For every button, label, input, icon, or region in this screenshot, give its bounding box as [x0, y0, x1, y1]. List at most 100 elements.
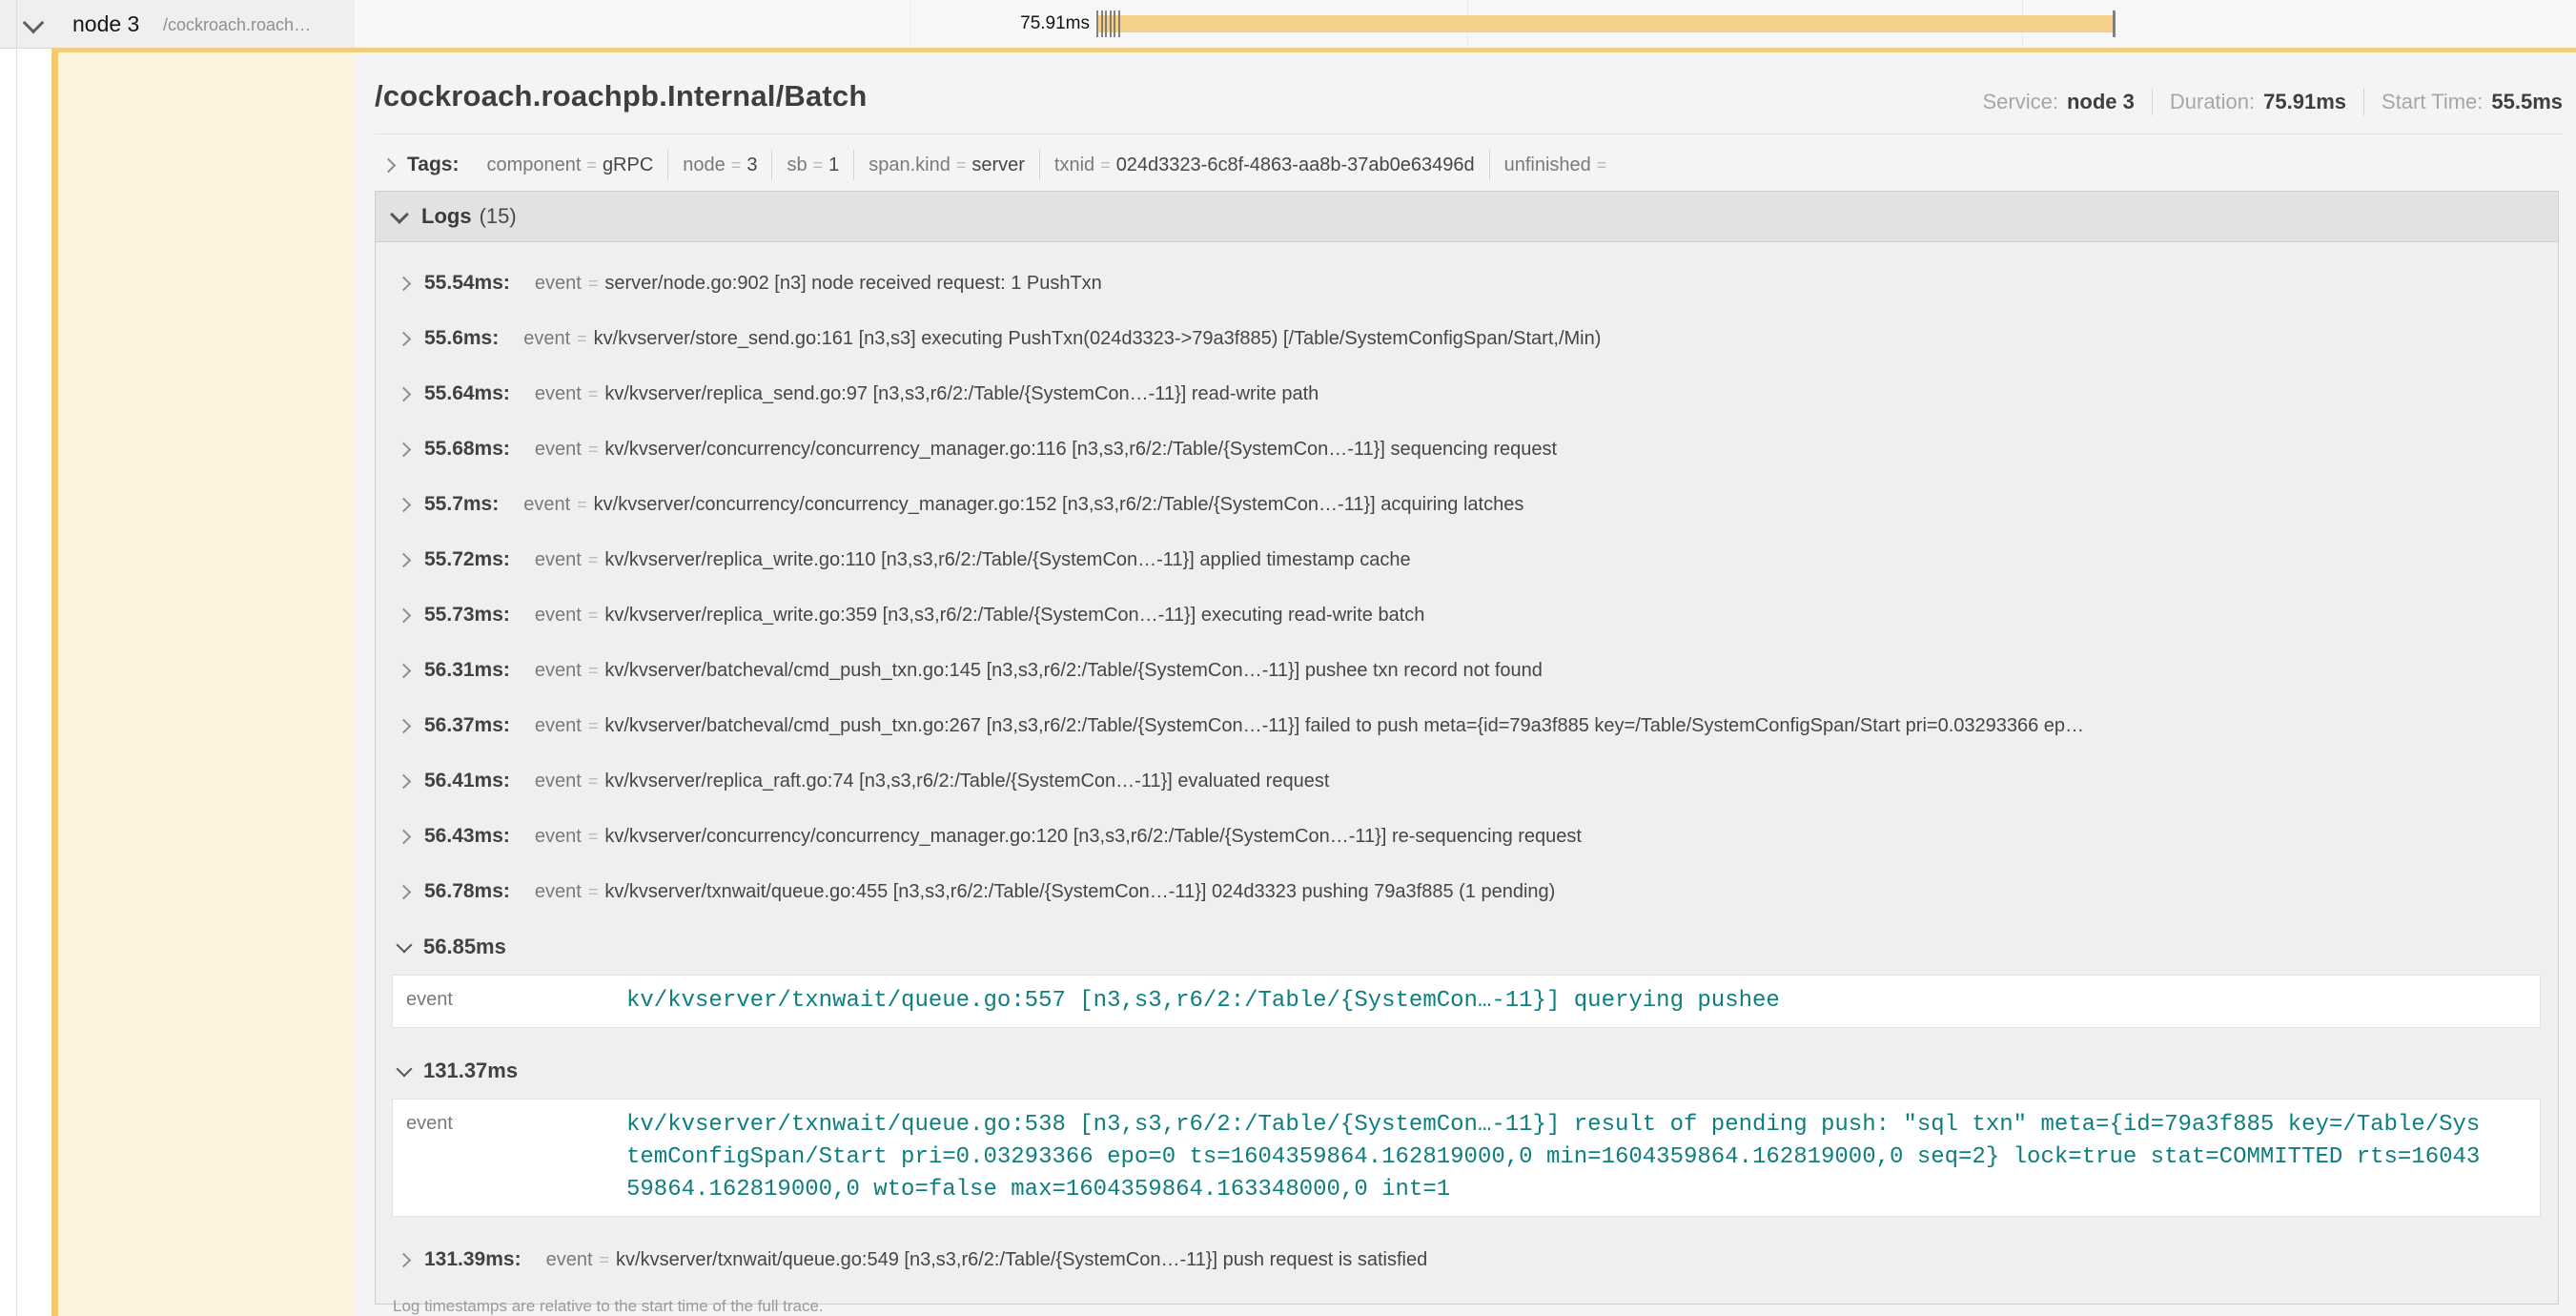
span-duration-bar[interactable]	[1098, 15, 2115, 32]
log-row-collapsed[interactable]: 55.7ms:event=kv/kvserver/concurrency/con…	[376, 477, 2558, 532]
log-field-value: kv/kvserver/replica_write.go:110 [n3,s3,…	[604, 549, 1410, 571]
equals-sign: =	[577, 329, 587, 349]
log-field-key: event	[535, 605, 582, 627]
equals-sign: =	[600, 1250, 610, 1270]
log-row-collapsed[interactable]: 55.68ms:event=kv/kvserver/concurrency/co…	[376, 422, 2558, 477]
expand-chevron-icon	[397, 331, 412, 346]
log-tick-marker	[1105, 10, 1107, 37]
expand-chevron-icon	[397, 718, 412, 733]
log-timestamp: 56.31ms:	[424, 659, 510, 682]
log-timestamp: 55.7ms:	[424, 493, 499, 516]
log-field-key: event	[535, 715, 582, 737]
log-row-collapsed[interactable]: 56.41ms:event=kv/kvserver/replica_raft.g…	[376, 753, 2558, 809]
log-row-collapsed[interactable]: 55.73ms:event=kv/kvserver/replica_write.…	[376, 587, 2558, 643]
expand-chevron-icon	[397, 607, 412, 623]
log-timestamp: 55.72ms:	[424, 548, 510, 571]
tag-key: component	[486, 154, 581, 176]
log-timestamp: 55.64ms:	[424, 382, 510, 405]
equals-sign: =	[813, 155, 824, 175]
log-field-value: kv/kvserver/batcheval/cmd_push_txn.go:14…	[604, 660, 1543, 682]
log-timestamp: 55.73ms:	[424, 604, 510, 627]
tags-accordion-header[interactable]: Tags: component=gRPCnode=3sb=1span.kind=…	[375, 146, 1626, 184]
tag-pill: unfinished=	[1489, 150, 1627, 180]
log-timestamp: 131.37ms	[423, 1059, 518, 1083]
tag-pill: node=3	[667, 150, 771, 180]
equals-sign: =	[588, 882, 599, 902]
expand-chevron-icon	[397, 276, 412, 291]
tag-value: 3	[746, 154, 757, 176]
log-row-collapsed[interactable]: 56.78ms: event =kv/kvserver/txnwait/queue.…	[376, 864, 2558, 919]
logs-title: Logs	[421, 204, 472, 229]
log-field-value: kv/kvserver/replica_write.go:359 [n3,s3,…	[604, 605, 1424, 627]
service-color-stripe	[51, 52, 58, 1316]
timeline-gridline	[910, 0, 911, 48]
log-row-collapsed[interactable]: 56.31ms:event=kv/kvserver/batcheval/cmd_…	[376, 643, 2558, 698]
tag-key: node	[683, 154, 726, 176]
equals-sign: =	[588, 827, 599, 847]
expand-chevron-icon	[397, 663, 412, 678]
log-field-value: kv/kvserver/txnwait/queue.go:549 [n3,s3,…	[616, 1249, 1427, 1271]
log-timestamp: 55.54ms:	[424, 272, 510, 295]
span-service-name[interactable]: node 3	[72, 0, 139, 48]
equals-sign: =	[588, 550, 599, 570]
log-field-value: kv/kvserver/concurrency/concurrency_mana…	[604, 826, 1582, 848]
log-row-expanded-header[interactable]: 56.85ms	[376, 919, 2558, 975]
left-rail-divider	[16, 0, 17, 1316]
equals-sign: =	[577, 495, 587, 515]
log-field-value: kv/kvserver/concurrency/concurrency_mana…	[604, 439, 1557, 461]
equals-sign: =	[588, 440, 599, 460]
log-field-key: event	[535, 881, 582, 903]
collapse-chevron-icon	[397, 937, 413, 954]
log-tick-marker	[2113, 10, 2116, 37]
span-operation-name[interactable]: /cockroach.roach…	[163, 0, 311, 48]
log-field-value: kv/kvserver/concurrency/concurrency_mana…	[594, 494, 1524, 516]
keyvalue-row: eventkv/kvserver/txnwait/queue.go:557 [n…	[393, 976, 2540, 1027]
tag-pill: component=gRPC	[472, 150, 667, 180]
log-row-collapsed[interactable]: 131.39ms:event=kv/kvserver/txnwait/queue…	[376, 1232, 2558, 1287]
logs-count: (15)	[480, 204, 517, 229]
start-time-label: Start Time:	[2382, 90, 2483, 114]
stat-divider	[2363, 89, 2364, 115]
equals-sign: =	[1100, 155, 1111, 175]
logs-list: 55.54ms:event=server/node.go:902 [n3] no…	[376, 242, 2558, 1316]
logs-footer-note: Log timestamps are relative to the start…	[376, 1287, 2558, 1316]
equals-sign: =	[588, 274, 599, 294]
log-row-expanded-header[interactable]: 131.37ms	[376, 1043, 2558, 1099]
log-row-collapsed[interactable]: 55.72ms:event=kv/kvserver/replica_write.…	[376, 532, 2558, 587]
service-label: Service:	[1982, 90, 2057, 114]
tag-pill: txnid=024d3323-6c8f-4863-aa8b-37ab0e6349…	[1039, 150, 1489, 180]
log-timestamp: 56.43ms:	[424, 825, 510, 848]
expand-chevron-icon	[397, 829, 412, 844]
log-timestamp: 56.78ms:	[424, 880, 510, 903]
expand-chevron-icon	[397, 552, 412, 567]
equals-sign: =	[588, 384, 599, 404]
log-timestamp: 55.6ms:	[424, 327, 499, 350]
log-row-collapsed[interactable]: 56.37ms:event=kv/kvserver/batcheval/cmd_…	[376, 698, 2558, 753]
equals-sign: =	[586, 155, 597, 175]
log-row-collapsed[interactable]: 55.6ms:event=kv/kvserver/store_send.go:1…	[376, 311, 2558, 366]
log-field-key: event	[535, 660, 582, 682]
log-field-key: event	[535, 273, 582, 295]
log-field-value: kv/kvserver/txnwait/queue.go:455 [n3,s3,…	[604, 881, 1555, 903]
tags-label: Tags:	[407, 154, 459, 176]
expand-chevron-icon	[397, 884, 412, 899]
log-field-value: server/node.go:902 [n3] node received re…	[604, 273, 1101, 295]
log-field-value: kv/kvserver/store_send.go:161 [n3,s3] ex…	[594, 328, 1602, 350]
stat-divider	[2152, 89, 2153, 115]
log-tick-marker	[1114, 10, 1115, 37]
log-field-key: event	[535, 826, 582, 848]
log-row-collapsed[interactable]: 55.64ms:event=kv/kvserver/replica_send.g…	[376, 366, 2558, 422]
log-tick-marker	[1096, 10, 1098, 37]
span-duration-label: 75.91ms	[944, 0, 1090, 48]
expand-chevron-icon	[397, 1252, 412, 1267]
tags-list: component=gRPCnode=3sb=1span.kind=server…	[472, 150, 1626, 180]
log-field-key: event	[546, 1249, 593, 1271]
duration-value: 75.91ms	[2263, 90, 2346, 114]
start-time-value: 55.5ms	[2491, 90, 2563, 114]
equals-sign: =	[731, 155, 742, 175]
selected-row-highlight	[58, 52, 355, 1316]
log-timestamp: 56.41ms:	[424, 770, 510, 792]
log-row-collapsed[interactable]: 55.54ms: event =server/node.go:902 [n3] no…	[376, 256, 2558, 311]
log-row-collapsed[interactable]: 56.43ms: event =kv/kvserver/concurrency/co…	[376, 809, 2558, 864]
logs-accordion-header[interactable]: Logs (15)	[376, 192, 2558, 242]
